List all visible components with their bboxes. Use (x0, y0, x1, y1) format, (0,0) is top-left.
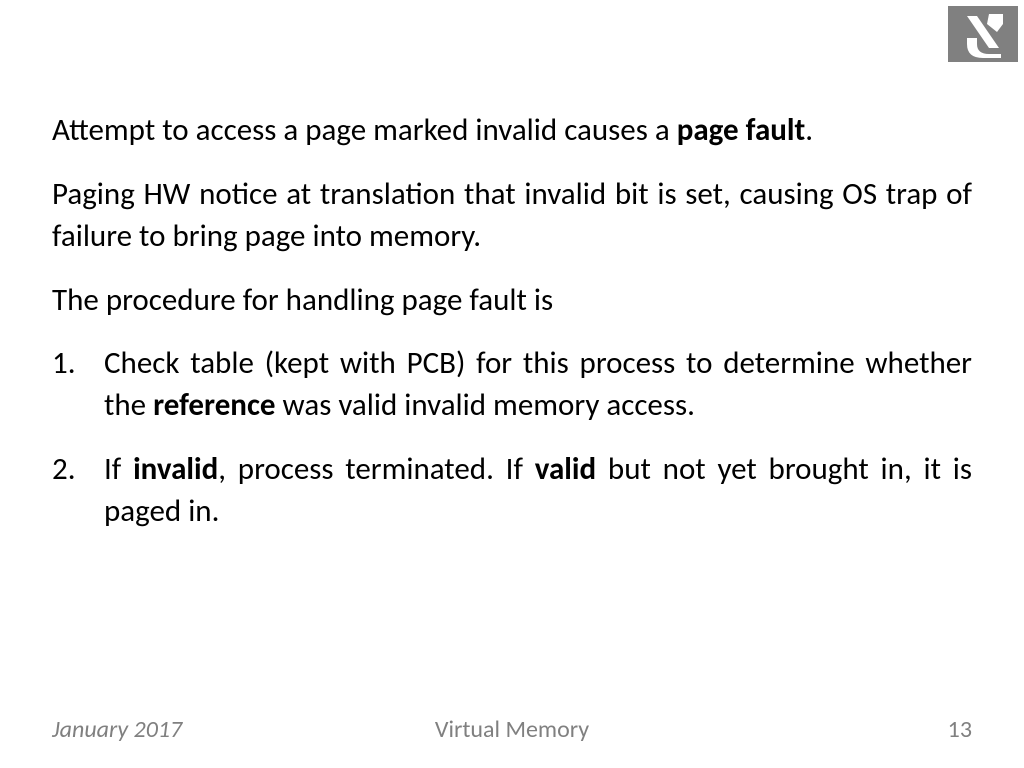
text: Attempt to access a page marked invalid … (52, 111, 677, 149)
paragraph-2: Paging HW notice at translation that inv… (52, 174, 972, 258)
text: was valid invalid memory access. (276, 386, 695, 424)
slide: Attempt to access a page marked invalid … (0, 0, 1024, 768)
list-number: 2. (52, 449, 104, 533)
bold-text: reference (153, 386, 275, 424)
text: If (104, 450, 133, 488)
ordered-list: 1. Check table (kept with PCB) for this … (52, 343, 972, 532)
slide-body: Attempt to access a page marked invalid … (52, 110, 972, 555)
bold-text: invalid (133, 450, 218, 488)
list-number: 1. (52, 343, 104, 427)
paragraph-1: Attempt to access a page marked invalid … (52, 110, 972, 152)
list-item: 2. If invalid, process terminated. If va… (52, 449, 972, 533)
page-number: 13 (948, 715, 972, 744)
institution-logo (948, 6, 1018, 62)
text: . (805, 111, 813, 149)
slide-footer: January 2017 Virtual Memory 13 (0, 715, 1024, 744)
paragraph-3: The procedure for handling page fault is (52, 280, 972, 322)
list-item: 1. Check table (kept with PCB) for this … (52, 343, 972, 427)
list-body: Check table (kept with PCB) for this pro… (104, 343, 972, 427)
list-body: If invalid, process terminated. If valid… (104, 449, 972, 533)
footer-title: Virtual Memory (435, 715, 589, 744)
bold-text: page fault (677, 111, 806, 149)
footer-date: January 2017 (52, 715, 182, 744)
text: , process terminated. If (218, 450, 534, 488)
aleph-icon (953, 10, 1013, 58)
bold-text: valid (535, 450, 596, 488)
